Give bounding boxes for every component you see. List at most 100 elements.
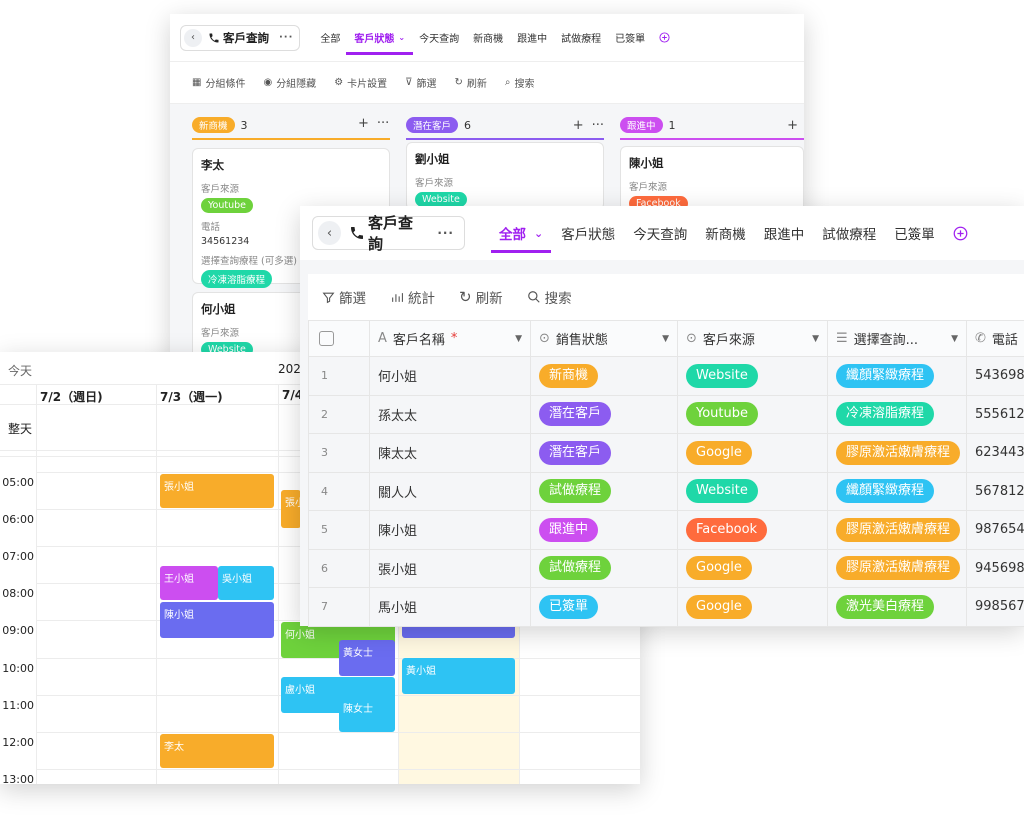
select-type-icon: ⊙ bbox=[686, 331, 697, 346]
caret-down-icon[interactable]: ▼ bbox=[812, 334, 819, 344]
column-header-source[interactable]: ⊙ 客戶來源 ▼ bbox=[677, 320, 828, 357]
phone-cell[interactable]: 9985678 bbox=[966, 587, 1024, 627]
status-cell[interactable]: 試做療程 bbox=[530, 548, 678, 588]
calendar-event[interactable]: 張小 bbox=[281, 490, 301, 528]
calendar-event[interactable]: 吳小姐 bbox=[218, 566, 274, 600]
treatment-cell[interactable]: 冷凍溶脂療程 bbox=[827, 394, 967, 434]
add-icon[interactable]: + bbox=[573, 118, 584, 133]
source-cell[interactable]: Facebook bbox=[677, 510, 828, 550]
tab-all[interactable]: 全部 bbox=[320, 30, 340, 45]
table-row[interactable]: 3 陳太太 潛在客戶 Google 膠原激活嫩膚療程 6234432 bbox=[308, 433, 1024, 473]
phone-cell[interactable]: 9456987 bbox=[966, 548, 1024, 588]
column-header-treatment[interactable]: ☰ 選擇查詢... ▼ bbox=[827, 320, 967, 357]
source-cell[interactable]: Youtube bbox=[677, 394, 828, 434]
customer-name[interactable]: 何小姐 bbox=[369, 356, 531, 396]
kanban-card[interactable]: 陳小姐 客戶來源 Facebook bbox=[620, 146, 804, 214]
status-cell[interactable]: 潛在客戶 bbox=[530, 394, 678, 434]
treatment-cell[interactable]: 膠原激活嫩膚療程 bbox=[827, 510, 967, 550]
customer-name[interactable]: 關人人 bbox=[369, 471, 531, 511]
calendar-event[interactable]: 黃女士 bbox=[339, 640, 395, 676]
tab-all[interactable]: 全部 ⌄ bbox=[490, 223, 552, 253]
treatment-cell[interactable]: 纖顏緊緻療程 bbox=[827, 471, 967, 511]
calendar-event[interactable]: 陳女士 bbox=[339, 696, 395, 732]
tab-new-lead[interactable]: 新商機 bbox=[705, 223, 746, 243]
add-tab-icon[interactable] bbox=[953, 226, 968, 241]
status-cell[interactable]: 潛在客戶 bbox=[530, 433, 678, 473]
tab-signed[interactable]: 已簽單 bbox=[894, 223, 935, 243]
tab-following[interactable]: 跟進中 bbox=[764, 223, 805, 243]
treatment-cell[interactable]: 激光美白療程 bbox=[827, 587, 967, 627]
phone-cell[interactable]: 5678123 bbox=[966, 471, 1024, 511]
more-icon[interactable]: ··· bbox=[279, 32, 293, 43]
table-row[interactable]: 2 孫太太 潛在客戶 Youtube 冷凍溶脂療程 5556123 bbox=[308, 394, 1024, 434]
tab-today[interactable]: 今天查詢 bbox=[419, 30, 459, 45]
column-header-phone[interactable]: ✆ 電話 bbox=[966, 320, 1024, 357]
source-cell[interactable]: Website bbox=[677, 356, 828, 396]
calendar-event[interactable]: 王小姐 bbox=[160, 566, 218, 600]
filter-button[interactable]: 篩選 bbox=[322, 287, 366, 307]
refresh-button[interactable]: ↻ 刷新 bbox=[459, 287, 503, 307]
treatment-cell[interactable]: 膠原激活嫩膚療程 bbox=[827, 548, 967, 588]
search-button[interactable]: ⌕ 搜索 bbox=[505, 75, 535, 90]
treatment-cell[interactable]: 膠原激活嫩膚療程 bbox=[827, 433, 967, 473]
status-cell[interactable]: 已簽單 bbox=[530, 587, 678, 627]
add-icon[interactable]: + bbox=[358, 116, 369, 131]
calendar-event[interactable]: 黃小姐 bbox=[402, 658, 515, 694]
customer-name[interactable]: 陳太太 bbox=[369, 433, 531, 473]
source-cell[interactable]: Website bbox=[677, 471, 828, 511]
status-cell[interactable]: 新商機 bbox=[530, 356, 678, 396]
filter-button[interactable]: ⊽ 篩選 bbox=[405, 75, 436, 90]
source-cell[interactable]: Google bbox=[677, 587, 828, 627]
group-condition-button[interactable]: ▦ 分組條件 bbox=[192, 75, 245, 90]
select-all-checkbox[interactable] bbox=[319, 331, 334, 346]
caret-down-icon[interactable]: ▼ bbox=[662, 334, 669, 344]
more-icon[interactable]: ··· bbox=[377, 116, 389, 131]
add-icon[interactable]: + bbox=[787, 118, 798, 133]
search-button[interactable]: 搜索 bbox=[527, 287, 572, 307]
back-icon[interactable]: ‹ bbox=[184, 28, 202, 47]
phone-cell[interactable]: 9876543 bbox=[966, 510, 1024, 550]
tab-customer-status[interactable]: 客戶狀態 ⌄ bbox=[346, 30, 413, 55]
phone-cell[interactable]: 6234432 bbox=[966, 433, 1024, 473]
card-settings-button[interactable]: ⚙ 卡片設置 bbox=[334, 75, 387, 90]
column-header-name[interactable]: A 客戶名稱 * ▼ bbox=[369, 320, 531, 357]
source-cell[interactable]: Google bbox=[677, 433, 828, 473]
more-icon[interactable]: ··· bbox=[592, 118, 604, 133]
more-icon[interactable]: ··· bbox=[437, 226, 454, 240]
statistics-button[interactable]: 統計 bbox=[390, 287, 435, 307]
table-row[interactable]: 1 何小姐 新商機 Website 纖顏緊緻療程 5436987 bbox=[308, 356, 1024, 396]
customer-name[interactable]: 陳小姐 bbox=[369, 510, 531, 550]
treatment-cell[interactable]: 纖顏緊緻療程 bbox=[827, 356, 967, 396]
table-row[interactable]: 4 關人人 試做療程 Website 纖顏緊緻療程 5678123 bbox=[308, 471, 1024, 511]
phone-cell[interactable]: 5556123 bbox=[966, 394, 1024, 434]
tab-trial[interactable]: 試做療程 bbox=[822, 223, 876, 243]
caret-down-icon[interactable]: ▼ bbox=[951, 334, 958, 344]
table-row[interactable]: 7 馬小姐 已簽單 Google 激光美白療程 9985678 bbox=[308, 587, 1024, 627]
tab-new-lead[interactable]: 新商機 bbox=[473, 30, 503, 45]
kanban-card[interactable]: 劉小姐 客戶來源 Website bbox=[406, 142, 604, 210]
calendar-event[interactable]: 張小姐 bbox=[160, 474, 274, 508]
calendar-event[interactable]: 陳小姐 bbox=[160, 602, 274, 638]
back-icon[interactable]: ‹ bbox=[318, 221, 341, 245]
caret-down-icon[interactable]: ▼ bbox=[515, 334, 522, 344]
customer-name[interactable]: 馬小姐 bbox=[369, 587, 531, 627]
table-row[interactable]: 6 張小姐 試做療程 Google 膠原激活嫩膚療程 9456987 bbox=[308, 548, 1024, 588]
tab-trial[interactable]: 試做療程 bbox=[561, 30, 601, 45]
calendar-today-button[interactable]: 今天 bbox=[8, 362, 32, 379]
column-header-status[interactable]: ⊙ 銷售狀態 ▼ bbox=[530, 320, 678, 357]
group-hide-button[interactable]: ◉ 分組隱藏 bbox=[263, 75, 316, 90]
customer-name[interactable]: 張小姐 bbox=[369, 548, 531, 588]
refresh-button[interactable]: ↻ 刷新 bbox=[454, 75, 486, 90]
tab-following[interactable]: 跟進中 bbox=[517, 30, 547, 45]
table-row[interactable]: 5 陳小姐 跟進中 Facebook 膠原激活嫩膚療程 9876543 bbox=[308, 510, 1024, 550]
status-cell[interactable]: 試做療程 bbox=[530, 471, 678, 511]
tab-customer-status[interactable]: 客戶狀態 bbox=[561, 223, 615, 243]
customer-name[interactable]: 孫太太 bbox=[369, 394, 531, 434]
status-cell[interactable]: 跟進中 bbox=[530, 510, 678, 550]
tab-signed[interactable]: 已簽單 bbox=[615, 30, 645, 45]
source-cell[interactable]: Google bbox=[677, 548, 828, 588]
phone-cell[interactable]: 5436987 bbox=[966, 356, 1024, 396]
add-tab-icon[interactable] bbox=[659, 32, 670, 43]
calendar-event[interactable]: 李太 bbox=[160, 734, 274, 768]
tab-today[interactable]: 今天查詢 bbox=[633, 223, 687, 243]
